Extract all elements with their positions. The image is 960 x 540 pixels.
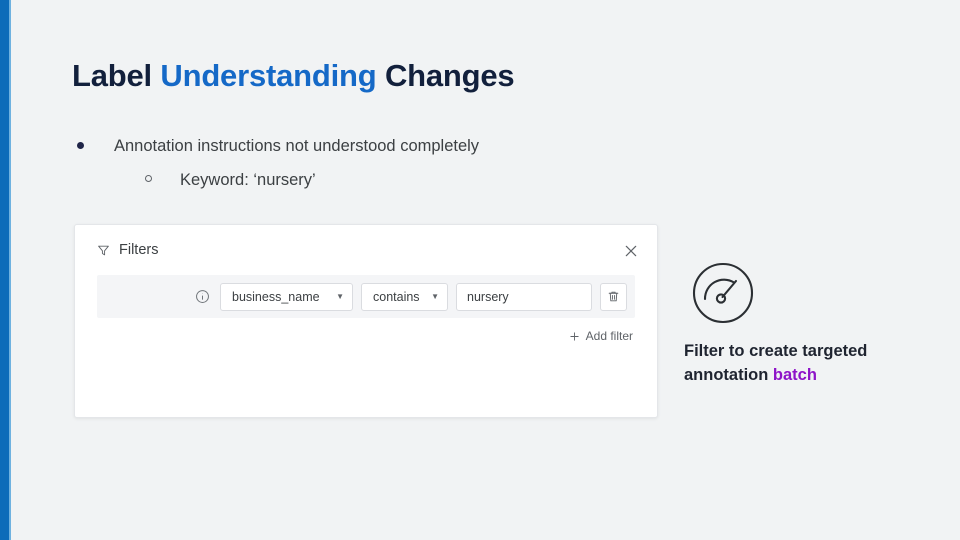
bullet-level-2: Keyword: ‘nursery’ <box>72 169 692 193</box>
bullet-level-2-label: Keyword: ‘nursery’ <box>180 170 316 189</box>
bullet-level-1-label: Annotation instructions not understood c… <box>114 137 480 155</box>
info-icon[interactable] <box>195 289 210 304</box>
bullet-list: Annotation instructions not understood c… <box>72 135 692 193</box>
filters-panel-header: Filters <box>97 242 639 264</box>
title-text-first: Label <box>72 58 161 93</box>
callout-highlight: batch <box>772 365 817 384</box>
filters-title-label: Filters <box>119 242 159 258</box>
filters-panel: Filters business_name ▼ contains ▼ nurse… <box>74 224 658 418</box>
filter-value-text: nursery <box>467 289 509 304</box>
left-accent-bar <box>0 0 9 540</box>
close-icon[interactable] <box>623 243 639 259</box>
bullet-dot-icon <box>77 142 84 149</box>
left-accent-bar-light <box>9 0 11 540</box>
filter-field-select[interactable]: business_name ▼ <box>220 282 353 311</box>
filter-operator-value: contains <box>373 289 420 304</box>
delete-filter-button[interactable] <box>600 282 627 311</box>
bullet-ring-icon <box>145 174 152 182</box>
chevron-down-icon: ▼ <box>336 291 344 301</box>
trash-icon <box>607 290 620 303</box>
callout-caption: Filter to create targeted annotation bat… <box>684 340 924 388</box>
page-title: Label Understanding Changes <box>72 58 515 94</box>
plus-icon <box>569 331 580 342</box>
slide: Label Understanding Changes Annotation i… <box>0 0 960 540</box>
bullet-level-1: Annotation instructions not understood c… <box>72 135 692 159</box>
chevron-down-icon: ▼ <box>431 291 439 301</box>
add-filter-label: Add filter <box>585 329 633 343</box>
title-text-highlight: Understanding <box>160 58 377 93</box>
title-text-last: Changes <box>376 58 515 93</box>
filter-value-input[interactable]: nursery <box>456 282 592 311</box>
funnel-icon <box>97 244 110 257</box>
filter-operator-select[interactable]: contains ▼ <box>361 282 448 311</box>
filter-row: business_name ▼ contains ▼ nursery <box>97 275 635 318</box>
filter-field-value: business_name <box>232 289 320 304</box>
gauge-icon <box>691 261 755 325</box>
filters-title: Filters <box>97 242 158 258</box>
add-filter-button[interactable]: Add filter <box>569 329 633 343</box>
